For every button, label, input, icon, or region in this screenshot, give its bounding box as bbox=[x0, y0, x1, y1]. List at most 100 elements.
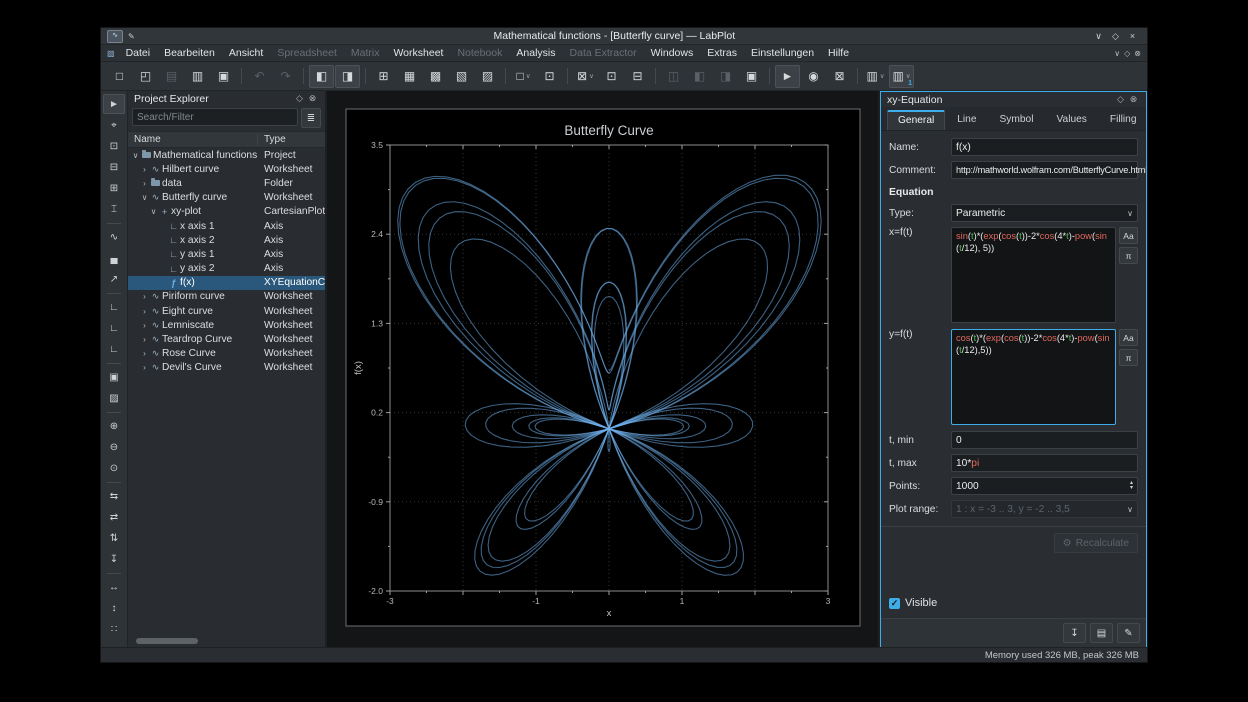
tree-row-x-axis-2[interactable]: ∟x axis 2Axis bbox=[128, 233, 325, 247]
close-dock-icon[interactable]: ⊗ bbox=[1127, 94, 1140, 105]
zoom-x-select-tool[interactable]: ⊟ bbox=[103, 157, 125, 177]
float-dock-icon[interactable]: ◇ bbox=[293, 93, 306, 104]
new-equation-curve-button[interactable]: ⊡ bbox=[537, 65, 562, 88]
plot-title[interactable]: Butterfly Curve bbox=[564, 123, 653, 138]
add-text-label-tool[interactable]: ▣ bbox=[103, 367, 125, 387]
tab-values[interactable]: Values bbox=[1046, 110, 1098, 130]
new-notebook-button[interactable]: ▧ bbox=[449, 65, 474, 88]
collapse-icon[interactable]: ∨ bbox=[149, 207, 158, 216]
cursor-mode-dropdown[interactable]: ▥∨1 bbox=[889, 65, 914, 88]
x-equation-field[interactable]: sin(t)*(exp(cos(t))-2*cos(4*t)-pow(sin(t… bbox=[951, 227, 1116, 323]
points-spinner[interactable]: 1000 ▴ ▾ bbox=[951, 477, 1138, 495]
tree-row-xy-plot[interactable]: ∨+xy-plotCartesianPlot bbox=[128, 205, 325, 219]
tab-filling[interactable]: Filling bbox=[1099, 110, 1148, 130]
insert-function-button[interactable]: Aa bbox=[1119, 227, 1138, 244]
toggle-project-explorer-button[interactable]: ◧ bbox=[309, 65, 334, 88]
pan-mode-button[interactable]: ◉ bbox=[801, 65, 826, 88]
zoom-mode-dropdown[interactable]: ⊠∨ bbox=[573, 65, 598, 88]
menu-ansicht[interactable]: Ansicht bbox=[222, 47, 270, 59]
maximize-button[interactable]: ◇ bbox=[1107, 31, 1124, 42]
load-template-button[interactable]: ↧ bbox=[1063, 623, 1086, 643]
insert-function-button[interactable]: Aa bbox=[1119, 329, 1138, 346]
minimize-button[interactable]: ∨ bbox=[1090, 31, 1107, 42]
shift-down-y-tool[interactable]: ↧ bbox=[103, 549, 125, 569]
save-as-template-button[interactable]: ✎ bbox=[1117, 623, 1140, 643]
visible-checkbox[interactable]: ✓ bbox=[889, 598, 900, 609]
tree-row-eight-curve[interactable]: ›∿Eight curveWorksheet bbox=[128, 304, 325, 318]
tmin-field[interactable]: 0 bbox=[951, 431, 1138, 449]
tree-row-piriform-curve[interactable]: ›∿Piriform curveWorksheet bbox=[128, 290, 325, 304]
filter-options-button[interactable]: ≣ bbox=[301, 108, 321, 128]
tree-row-x-axis-1[interactable]: ∟x axis 1Axis bbox=[128, 219, 325, 233]
mdi-close-icon[interactable]: ⊗ bbox=[1134, 49, 1141, 58]
add-axis-bottom-tool[interactable]: ∟ bbox=[103, 318, 125, 338]
add-axis-tool[interactable]: ∟ bbox=[103, 339, 125, 359]
title-bar[interactable]: ∿ ✎ Mathematical functions - [Butterfly … bbox=[101, 28, 1147, 45]
tree-row-mathematical-functions[interactable]: ∨Mathematical functionsProject bbox=[128, 148, 325, 162]
search-input[interactable] bbox=[132, 108, 298, 126]
auto-scale-tool[interactable]: ∷ bbox=[103, 619, 125, 639]
zoom-y-select-tool[interactable]: ⊞ bbox=[103, 178, 125, 198]
expand-icon[interactable]: › bbox=[140, 179, 149, 188]
tree-row-data[interactable]: ›dataFolder bbox=[128, 176, 325, 190]
tree-row-y-axis-2[interactable]: ∟y axis 2Axis bbox=[128, 262, 325, 276]
menu-worksheet[interactable]: Worksheet bbox=[386, 47, 450, 59]
y-equation-field[interactable]: cos(t)*(exp(cos(t))-2*cos(4*t)-pow(sin(t… bbox=[951, 329, 1116, 425]
expand-icon[interactable]: › bbox=[140, 307, 149, 316]
tree-row-y-axis-1[interactable]: ∟y axis 1Axis bbox=[128, 247, 325, 261]
worksheet-view[interactable]: -3-1133.52.41.30.2-0.9-2.0 Butterfly Cur… bbox=[327, 91, 880, 648]
add-histogram-tool[interactable]: ▄ bbox=[103, 248, 125, 268]
x-axis-label[interactable]: x bbox=[607, 608, 612, 619]
tab-symbol[interactable]: Symbol bbox=[989, 110, 1045, 130]
type-select[interactable]: Parametric ∨ bbox=[951, 204, 1138, 222]
expand-icon[interactable]: › bbox=[140, 349, 149, 358]
horizontal-scrollbar[interactable] bbox=[130, 637, 323, 646]
name-field[interactable]: f(x) bbox=[951, 138, 1138, 156]
menu-datei[interactable]: Datei bbox=[119, 47, 158, 59]
fit-selection-button[interactable]: ⊟ bbox=[625, 65, 650, 88]
expand-icon[interactable]: › bbox=[140, 335, 149, 344]
add-axis-left-tool[interactable]: ∟ bbox=[103, 297, 125, 317]
menu-bearbeiten[interactable]: Bearbeiten bbox=[157, 47, 222, 59]
zoom-in-tool[interactable]: ⊕ bbox=[103, 416, 125, 436]
cursor-tool[interactable]: ⌶ bbox=[103, 199, 125, 219]
column-name[interactable]: Name bbox=[128, 134, 258, 145]
shift-right-x-tool[interactable]: ⇄ bbox=[103, 507, 125, 527]
mdi-minimize-icon[interactable]: ∨ bbox=[1114, 49, 1120, 58]
tree-column-header[interactable]: Name Type bbox=[128, 131, 325, 148]
zoom-out-tool[interactable]: ⊖ bbox=[103, 437, 125, 457]
tree-row-teardrop-curve[interactable]: ›∿Teardrop CurveWorksheet bbox=[128, 332, 325, 346]
collapse-icon[interactable]: ∨ bbox=[131, 151, 140, 160]
tree-row-hilbert-curve[interactable]: ›∿Hilbert curveWorksheet bbox=[128, 162, 325, 176]
toggle-properties-dock-button[interactable]: ◨ bbox=[335, 65, 360, 88]
expand-icon[interactable]: › bbox=[140, 165, 149, 174]
pin-icon[interactable]: ✎ bbox=[128, 32, 135, 41]
select-mode-button[interactable]: ► bbox=[775, 65, 800, 88]
zoom-select-tool[interactable]: ⊡ bbox=[103, 136, 125, 156]
expand-icon[interactable]: › bbox=[140, 292, 149, 301]
project-explorer-header[interactable]: Project Explorer ◇ ⊗ bbox=[128, 91, 325, 106]
shift-left-x-tool[interactable]: ⇆ bbox=[103, 486, 125, 506]
column-type[interactable]: Type bbox=[258, 134, 325, 145]
new-datapicker-button[interactable]: ▨ bbox=[475, 65, 500, 88]
tab-general[interactable]: General bbox=[887, 110, 945, 130]
add-curve-tool[interactable]: ↗ bbox=[103, 269, 125, 289]
new-worksheet-button[interactable]: ▩ bbox=[423, 65, 448, 88]
tree-row-devil-s-curve[interactable]: ›∿Devil's CurveWorksheet bbox=[128, 361, 325, 375]
comment-field[interactable]: http://mathworld.wolfram.com/ButterflyCu… bbox=[951, 161, 1138, 179]
add-image-tool[interactable]: ▨ bbox=[103, 388, 125, 408]
new-project-button[interactable]: □ bbox=[107, 65, 132, 88]
tree-row-rose-curve[interactable]: ›∿Rose CurveWorksheet bbox=[128, 347, 325, 361]
new-spreadsheet-button[interactable]: ⊞ bbox=[371, 65, 396, 88]
worksheet-canvas[interactable]: -3-1133.52.41.30.2-0.9-2.0 Butterfly Cur… bbox=[327, 91, 877, 650]
print-button[interactable]: ▥ bbox=[185, 65, 210, 88]
new-matrix-button[interactable]: ▦ bbox=[397, 65, 422, 88]
tab-line[interactable]: Line bbox=[946, 110, 987, 130]
auto-scale-y-tool[interactable]: ↕ bbox=[103, 598, 125, 618]
tree-row-f-x[interactable]: ƒf(x)XYEquationCurve bbox=[128, 276, 325, 290]
tree-row-butterfly-curve[interactable]: ∨∿Butterfly curveWorksheet bbox=[128, 191, 325, 205]
open-project-button[interactable]: ◰ bbox=[133, 65, 158, 88]
add-plot-tool[interactable]: ∿ bbox=[103, 227, 125, 247]
fit-page-button[interactable]: ⊡ bbox=[599, 65, 624, 88]
close-button[interactable]: × bbox=[1124, 31, 1141, 41]
